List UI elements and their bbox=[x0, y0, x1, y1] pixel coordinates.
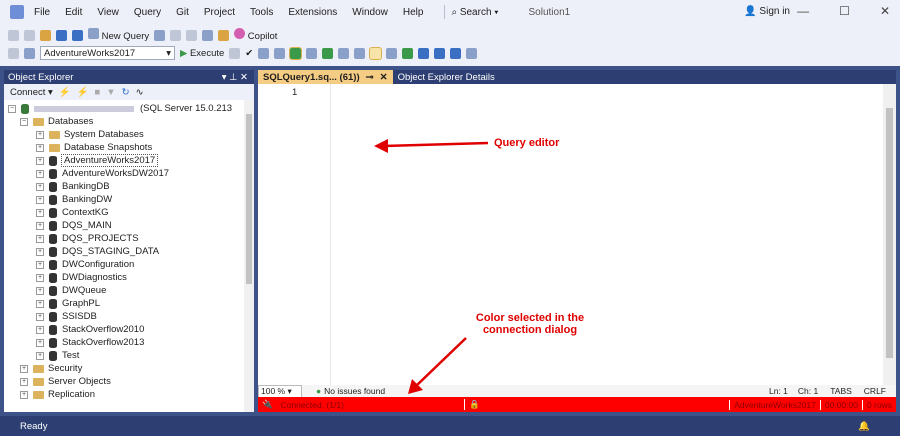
arrow-to-status bbox=[415, 337, 467, 387]
arrow-head bbox=[374, 139, 388, 153]
arrow-to-editor bbox=[383, 141, 489, 148]
annotation-arrows bbox=[374, 139, 489, 394]
